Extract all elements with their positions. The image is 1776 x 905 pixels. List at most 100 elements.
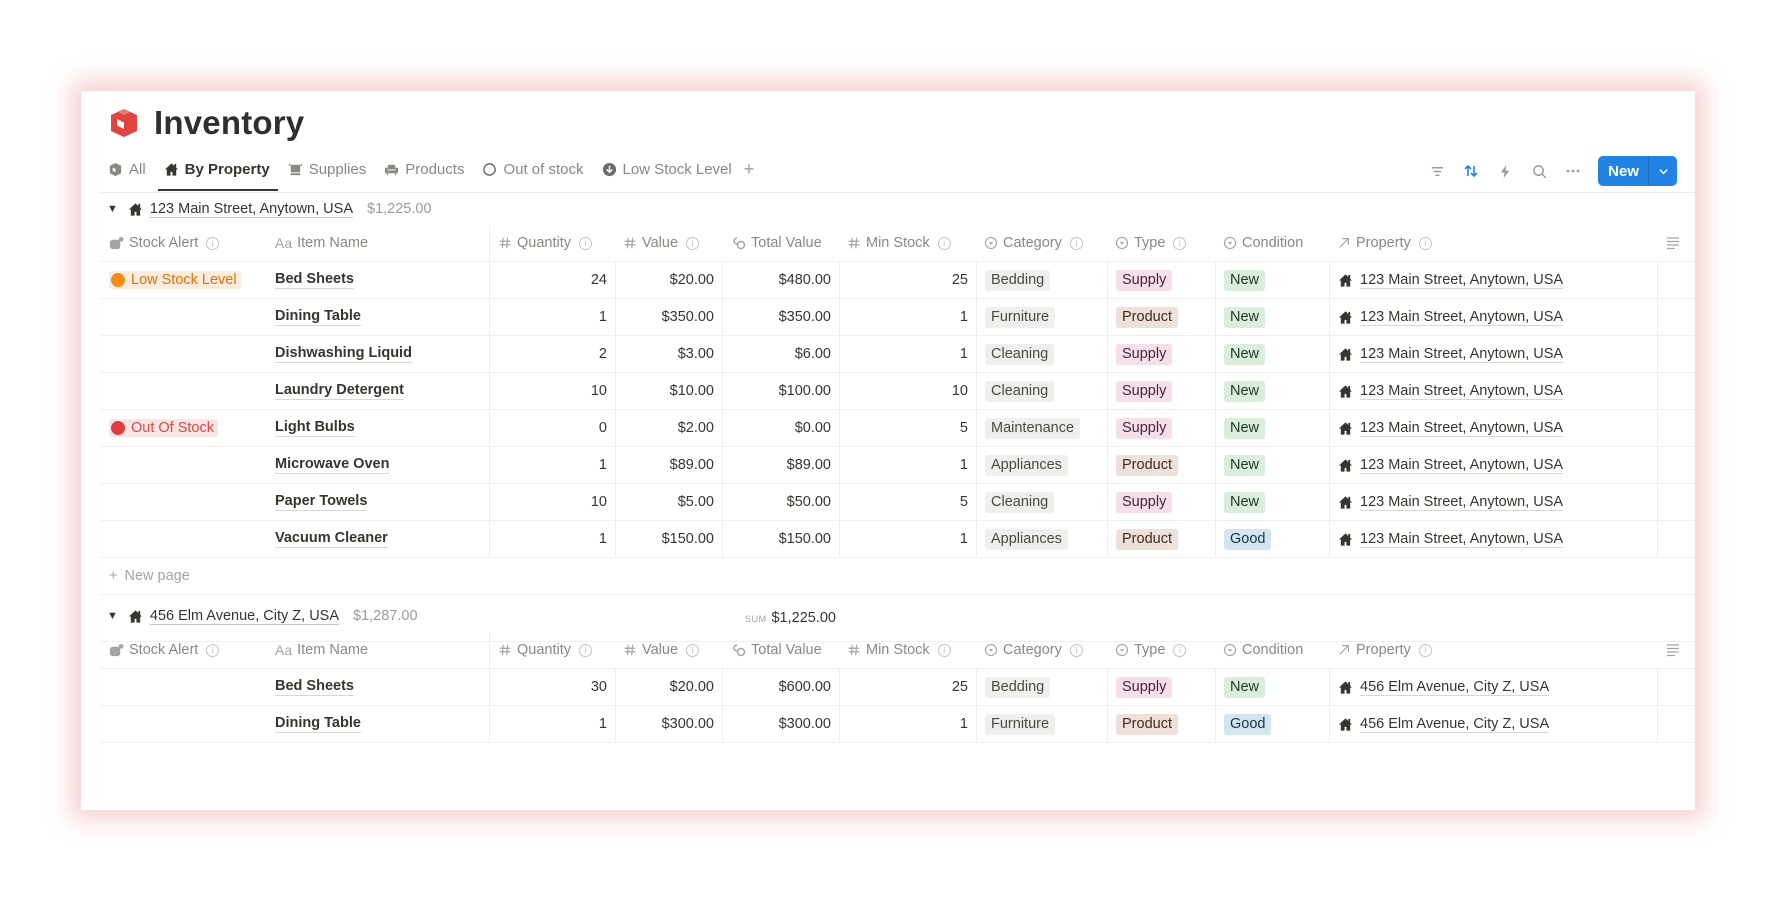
item-name-cell[interactable]: Bed Sheets	[267, 262, 489, 298]
condition-cell[interactable]: New	[1215, 373, 1329, 409]
property-link[interactable]: 123 Main Street, Anytown, USA	[1360, 309, 1564, 326]
value-cell[interactable]: $89.00	[615, 447, 722, 483]
collapse-caret-icon[interactable]: ▼	[107, 610, 118, 622]
condition-cell[interactable]: Good	[1215, 706, 1329, 742]
quantity-cell[interactable]: 1	[489, 299, 615, 335]
property-link[interactable]: 456 Elm Avenue, City Z, USA	[1360, 679, 1550, 696]
item-name-cell[interactable]: Bed Sheets	[267, 669, 489, 705]
column-header-stock-alert[interactable]: Stock Alert i	[101, 225, 267, 261]
property-cell[interactable]: 123 Main Street, Anytown, USA	[1329, 447, 1657, 483]
stock-alert-cell[interactable]: Low Stock Level	[101, 262, 267, 298]
value-cell[interactable]: $10.00	[615, 373, 722, 409]
min-stock-cell[interactable]: 25	[839, 262, 976, 298]
info-icon[interactable]: i	[1173, 643, 1187, 657]
column-options-icon[interactable]	[1657, 225, 1695, 261]
category-cell[interactable]: Cleaning	[976, 336, 1107, 372]
property-cell[interactable]: 123 Main Street, Anytown, USA	[1329, 373, 1657, 409]
info-icon[interactable]: i	[937, 236, 951, 250]
info-icon[interactable]: i	[1173, 236, 1187, 250]
property-cell[interactable]: 123 Main Street, Anytown, USA	[1329, 484, 1657, 520]
type-cell[interactable]: Supply	[1107, 336, 1215, 372]
type-cell[interactable]: Supply	[1107, 373, 1215, 409]
item-name-link[interactable]: Laundry Detergent	[275, 382, 404, 400]
tab-by-property[interactable]: By Property	[157, 153, 278, 191]
stock-alert-cell[interactable]	[101, 669, 267, 705]
type-cell[interactable]: Supply	[1107, 262, 1215, 298]
item-name-cell[interactable]: Vacuum Cleaner	[267, 521, 489, 557]
type-cell[interactable]: Supply	[1107, 484, 1215, 520]
new-page-button[interactable]: + New page	[101, 558, 1695, 595]
info-icon[interactable]: i	[1069, 236, 1083, 250]
column-header-value[interactable]: Value i	[615, 225, 722, 261]
info-icon[interactable]: i	[579, 643, 592, 657]
item-name-link[interactable]: Microwave Oven	[275, 456, 390, 474]
type-cell[interactable]: Product	[1107, 447, 1215, 483]
table-row[interactable]: Microwave Oven 1 $89.00 $89.00 1 Appliances Pr…	[101, 447, 1695, 484]
new-button[interactable]: New	[1598, 156, 1648, 186]
item-name-cell[interactable]: Microwave Oven	[267, 447, 489, 483]
info-icon[interactable]: i	[937, 643, 951, 657]
property-link[interactable]: 123 Main Street, Anytown, USA	[1360, 420, 1564, 437]
info-icon[interactable]: i	[1418, 236, 1432, 250]
table-row[interactable]: Paper Towels 10 $5.00 $50.00 5 Cleaning Supply…	[101, 484, 1695, 521]
category-cell[interactable]: Furniture	[976, 299, 1107, 335]
min-stock-cell[interactable]: 1	[839, 521, 976, 557]
category-cell[interactable]: Maintenance	[976, 410, 1107, 446]
info-icon[interactable]: i	[686, 643, 700, 657]
table-row[interactable]: Bed Sheets 30 $20.00 $600.00 25 Bedding Supply…	[101, 669, 1695, 706]
table-row[interactable]: Dining Table 1 $300.00 $300.00 1 Furniture Pro…	[101, 706, 1695, 743]
stock-alert-cell[interactable]	[101, 484, 267, 520]
quantity-cell[interactable]: 1	[489, 706, 615, 742]
value-cell[interactable]: $300.00	[615, 706, 722, 742]
category-cell[interactable]: Appliances	[976, 521, 1107, 557]
property-cell[interactable]: 123 Main Street, Anytown, USA	[1329, 336, 1657, 372]
info-icon[interactable]: i	[686, 236, 700, 250]
column-header-quantity[interactable]: Quantity i	[489, 632, 615, 668]
min-stock-cell[interactable]: 5	[839, 410, 976, 446]
min-stock-cell[interactable]: 1	[839, 336, 976, 372]
column-header-property[interactable]: Property i	[1329, 632, 1657, 668]
category-cell[interactable]: Bedding	[976, 262, 1107, 298]
item-name-cell[interactable]: Paper Towels	[267, 484, 489, 520]
property-cell[interactable]: 123 Main Street, Anytown, USA	[1329, 299, 1657, 335]
quantity-cell[interactable]: 10	[489, 484, 615, 520]
property-link[interactable]: 123 Main Street, Anytown, USA	[1360, 531, 1564, 548]
type-cell[interactable]: Product	[1107, 299, 1215, 335]
value-cell[interactable]: $3.00	[615, 336, 722, 372]
quantity-cell[interactable]: 0	[489, 410, 615, 446]
tab-low-stock-level[interactable]: Low Stock Level	[602, 153, 732, 185]
column-header-property[interactable]: Property i	[1329, 225, 1657, 261]
min-stock-cell[interactable]: 1	[839, 706, 976, 742]
column-header-condition[interactable]: Condition	[1215, 632, 1329, 668]
column-header-item-name[interactable]: Aa Item Name	[267, 632, 489, 668]
group-name-link[interactable]: 123 Main Street, Anytown, USA	[149, 201, 353, 218]
property-cell[interactable]: 123 Main Street, Anytown, USA	[1329, 521, 1657, 557]
quantity-cell[interactable]: 10	[489, 373, 615, 409]
type-cell[interactable]: Supply	[1107, 410, 1215, 446]
info-icon[interactable]: i	[579, 236, 592, 250]
column-header-item-name[interactable]: Aa Item Name	[267, 225, 489, 261]
tab-supplies[interactable]: Supplies	[288, 153, 366, 185]
category-cell[interactable]: Furniture	[976, 706, 1107, 742]
property-cell[interactable]: 456 Elm Avenue, City Z, USA	[1329, 669, 1657, 705]
column-options-icon[interactable]	[1657, 632, 1695, 668]
condition-cell[interactable]: Good	[1215, 521, 1329, 557]
search-icon[interactable]	[1530, 162, 1548, 180]
property-link[interactable]: 123 Main Street, Anytown, USA	[1360, 383, 1564, 400]
quantity-cell[interactable]: 1	[489, 447, 615, 483]
property-cell[interactable]: 123 Main Street, Anytown, USA	[1329, 410, 1657, 446]
table-row[interactable]: Vacuum Cleaner 1 $150.00 $150.00 1 Appliances…	[101, 521, 1695, 558]
collapse-caret-icon[interactable]: ▼	[107, 203, 118, 215]
property-link[interactable]: 456 Elm Avenue, City Z, USA	[1360, 716, 1550, 733]
stock-alert-cell[interactable]	[101, 336, 267, 372]
column-header-min-stock[interactable]: Min Stock i	[839, 225, 976, 261]
property-link[interactable]: 123 Main Street, Anytown, USA	[1360, 346, 1564, 363]
quantity-cell[interactable]: 30	[489, 669, 615, 705]
condition-cell[interactable]: New	[1215, 299, 1329, 335]
category-cell[interactable]: Appliances	[976, 447, 1107, 483]
column-header-category[interactable]: Category i	[976, 225, 1107, 261]
stock-alert-cell[interactable]: Out Of Stock	[101, 410, 267, 446]
item-name-link[interactable]: Dining Table	[275, 308, 361, 326]
filter-icon[interactable]	[1428, 162, 1446, 180]
condition-cell[interactable]: New	[1215, 669, 1329, 705]
